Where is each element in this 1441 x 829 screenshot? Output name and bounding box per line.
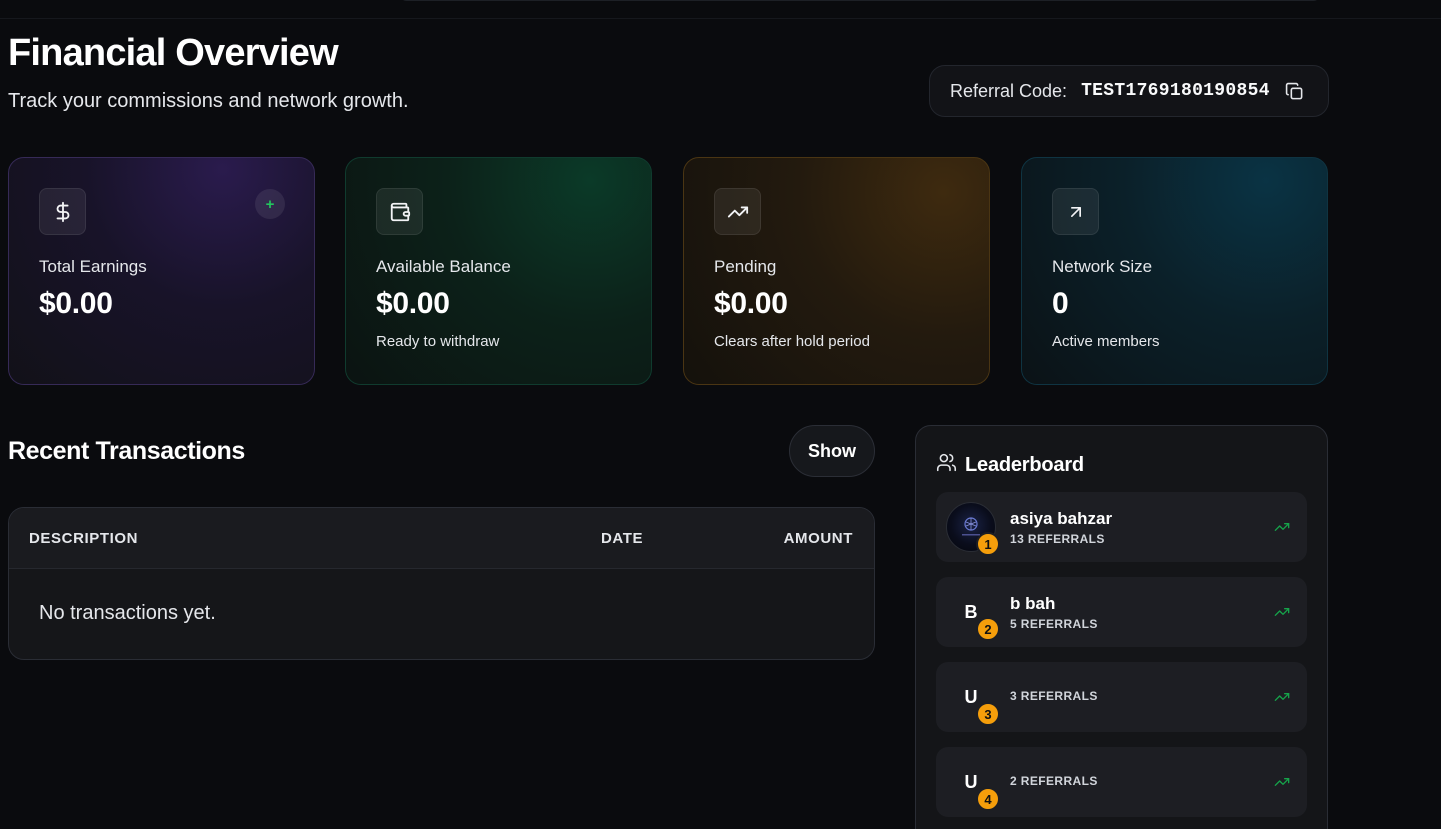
leaderboard-title: Leaderboard [965, 453, 1084, 476]
stat-value: 0 [1052, 287, 1069, 320]
stat-value: $0.00 [39, 287, 113, 320]
leaderboard-name: asiya bahzar [1010, 509, 1113, 528]
stat-label: Pending [714, 257, 777, 276]
trending-up-icon [714, 188, 761, 235]
transactions-table: DESCRIPTION DATE AMOUNT No transactions … [8, 507, 875, 660]
referral-count: 3 REFERRALS [1010, 689, 1098, 703]
column-header-amount: AMOUNT [783, 530, 853, 547]
column-header-description: DESCRIPTION [29, 530, 139, 547]
column-header-date: DATE [601, 530, 644, 547]
referral-count: 13 REFERRALS [1010, 532, 1105, 546]
top-search-bar[interactable] [400, 0, 1320, 1]
top-bar [0, 0, 1441, 19]
total-earnings-card: + Total Earnings $0.00 [8, 157, 315, 385]
copy-icon[interactable] [1284, 80, 1306, 102]
empty-state-text: No transactions yet. [39, 602, 216, 624]
rank-badge: 1 [976, 532, 1000, 556]
stat-value: $0.00 [376, 287, 450, 320]
page-subtitle: Track your commissions and network growt… [8, 90, 409, 112]
leaderboard-name: b bah [1010, 594, 1056, 613]
stat-value: $0.00 [714, 287, 788, 320]
arrow-up-right-icon [1052, 188, 1099, 235]
rank-badge: 2 [976, 617, 1000, 641]
referral-code-value: TEST1769180190854 [1081, 81, 1270, 101]
recent-transactions-title: Recent Transactions [8, 437, 245, 465]
leaderboard-header: Leaderboard [936, 452, 1084, 478]
referral-code-label: Referral Code: [950, 80, 1068, 101]
stat-label: Network Size [1052, 257, 1153, 276]
network-size-card: Network Size 0 Active members [1021, 157, 1328, 385]
plus-icon[interactable]: + [255, 189, 285, 219]
referral-code-box: Referral Code: TEST1769180190854 [929, 65, 1329, 117]
show-button[interactable]: Show [789, 425, 875, 477]
referral-count: 2 REFERRALS [1010, 774, 1098, 788]
trending-up-icon [1274, 693, 1290, 701]
leaderboard-item[interactable]: B 2 b bah 5 REFERRALS [936, 577, 1307, 647]
rank-badge: 4 [976, 787, 1000, 811]
table-header: DESCRIPTION DATE AMOUNT [9, 508, 874, 569]
page-title: Financial Overview [8, 32, 339, 74]
dollar-icon [39, 188, 86, 235]
leaderboard-item[interactable]: U 4 2 REFERRALS [936, 747, 1307, 817]
available-balance-card: Available Balance $0.00 Ready to withdra… [345, 157, 652, 385]
trending-up-icon [1274, 523, 1290, 531]
leaderboard-panel: Leaderboard 1 asiya bahzar 13 REFERRALS … [915, 425, 1328, 829]
trending-up-icon [1274, 778, 1290, 786]
leaderboard-item[interactable]: U 3 3 REFERRALS [936, 662, 1307, 732]
leaderboard-item[interactable]: 1 asiya bahzar 13 REFERRALS [936, 492, 1307, 562]
referral-count: 5 REFERRALS [1010, 617, 1098, 631]
stat-label: Available Balance [376, 257, 511, 276]
trending-up-icon [1274, 608, 1290, 616]
stat-subtext: Ready to withdraw [376, 333, 500, 350]
pending-card: Pending $0.00 Clears after hold period [683, 157, 990, 385]
stat-subtext: Clears after hold period [714, 333, 870, 350]
stat-subtext: Active members [1052, 333, 1160, 350]
rank-badge: 3 [976, 702, 1000, 726]
users-icon [936, 452, 957, 478]
wallet-icon [376, 188, 423, 235]
stat-label: Total Earnings [39, 257, 147, 276]
